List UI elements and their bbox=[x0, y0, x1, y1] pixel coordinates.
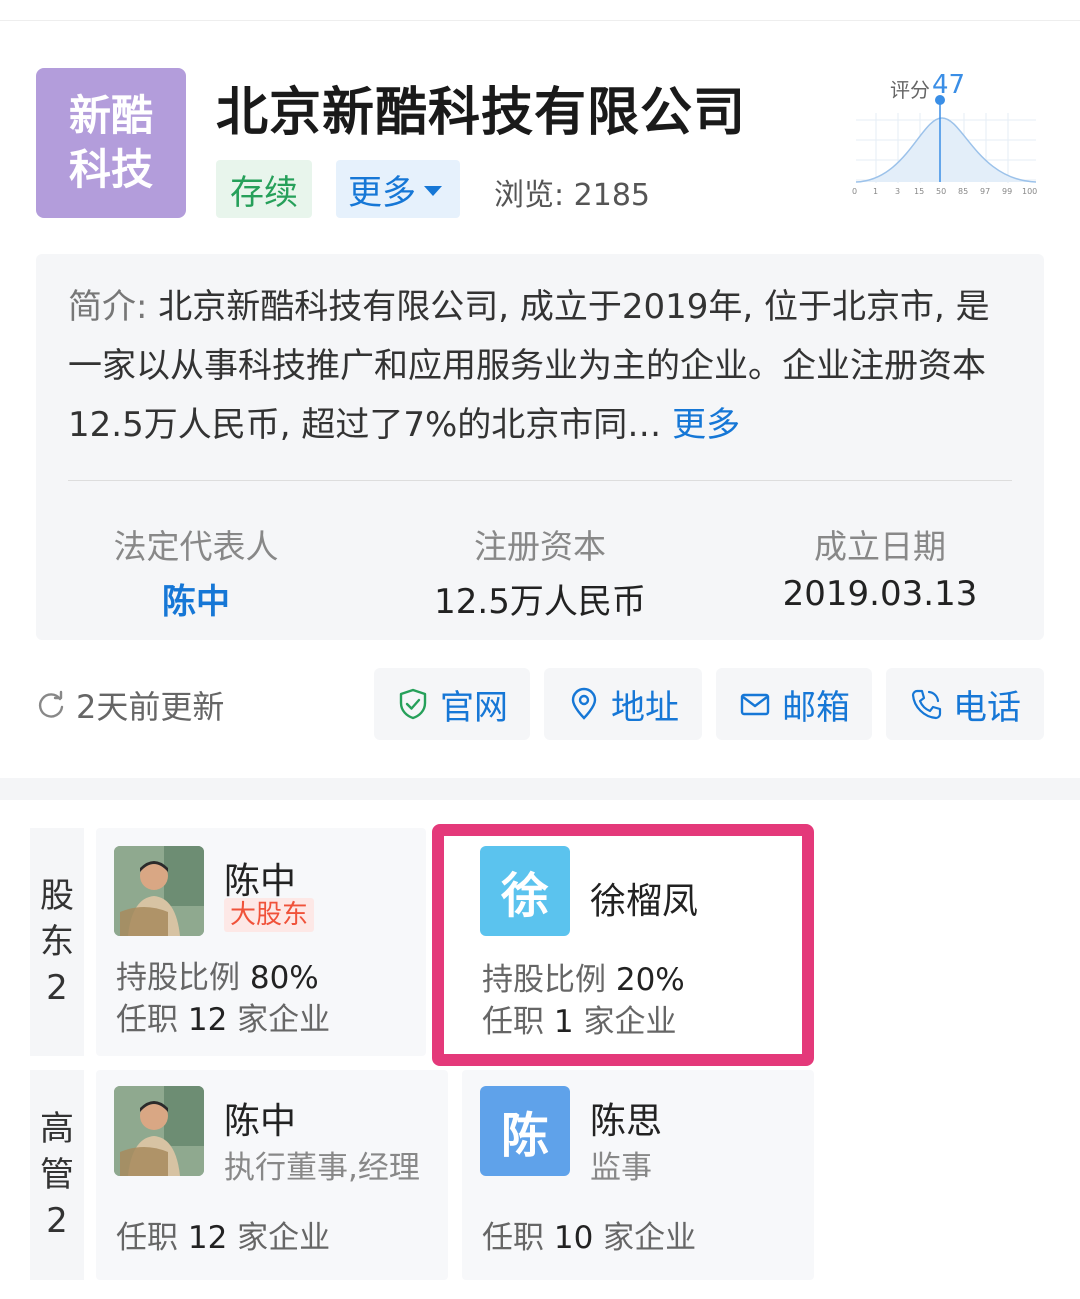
score-axis-tick: 1 bbox=[873, 187, 878, 196]
status-badge: 存续 bbox=[216, 160, 312, 218]
avatar bbox=[114, 846, 204, 936]
refresh-icon bbox=[38, 690, 64, 718]
section-separator bbox=[0, 778, 1080, 800]
score-label: 评分 bbox=[890, 78, 930, 102]
job-count: 任职 12 家企业 bbox=[116, 994, 330, 1039]
location-pin-icon bbox=[571, 687, 597, 720]
email-button[interactable]: 邮箱 bbox=[716, 668, 872, 740]
executive-card[interactable]: 陈中 执行董事,经理 任职 12 家企业 bbox=[96, 1070, 448, 1280]
avatar: 徐 bbox=[480, 846, 570, 936]
score-axis-tick: 0 bbox=[852, 187, 857, 196]
score-axis-tick: 99 bbox=[1002, 187, 1012, 196]
share-ratio: 持股比例 20% bbox=[482, 954, 685, 999]
job-count-value: 10 bbox=[553, 1220, 594, 1256]
company-logo: 新酷 科技 bbox=[36, 68, 186, 218]
update-status[interactable]: 2天前更新 bbox=[36, 682, 224, 728]
executive-card[interactable]: 陈 陈思 监事 任职 10 家企业 bbox=[462, 1070, 814, 1280]
share-ratio-value: 80% bbox=[249, 960, 319, 996]
top-divider bbox=[0, 20, 1080, 21]
job-count: 任职 12 家企业 bbox=[116, 1212, 330, 1257]
share-ratio-value: 20% bbox=[615, 962, 685, 998]
legal-rep-label: 法定代表人 bbox=[113, 527, 279, 566]
capital-value: 12.5万人民币 bbox=[434, 582, 646, 622]
shareholder-name[interactable]: 徐榴凤 bbox=[590, 872, 698, 924]
intro-body: 北京新酷科技有限公司, 成立于2019年, 位于北京市, 是一家以从事科技推广和… bbox=[68, 287, 990, 445]
job-count-value: 12 bbox=[187, 1002, 228, 1038]
job-count-prefix: 任职 bbox=[482, 1004, 544, 1040]
executives-label-char: 2 bbox=[46, 1201, 68, 1241]
shareholders-label: 股 东 2 bbox=[30, 828, 84, 1056]
intro-card: 简介: 北京新酷科技有限公司, 成立于2019年, 位于北京市, 是一家以从事科… bbox=[36, 254, 1044, 640]
job-count-prefix: 任职 bbox=[116, 1002, 178, 1038]
share-ratio: 持股比例 80% bbox=[116, 952, 319, 997]
job-count-suffix: 家企业 bbox=[237, 1220, 331, 1256]
job-count-value: 1 bbox=[553, 1004, 574, 1040]
job-count-suffix: 家企业 bbox=[603, 1220, 697, 1256]
caret-down-icon bbox=[424, 186, 442, 196]
legal-rep-link[interactable]: 陈中 bbox=[46, 574, 346, 623]
executive-role: 监事 bbox=[590, 1150, 652, 1186]
website-label: 官网 bbox=[440, 687, 508, 728]
logo-line-2: 科技 bbox=[68, 145, 153, 194]
executives-label-char: 管 bbox=[40, 1155, 74, 1195]
intro-label: 简介: bbox=[68, 287, 148, 327]
highlighted-shareholder-card[interactable]: 徐 徐榴凤 持股比例 20% 任职 1 家企业 bbox=[432, 824, 814, 1066]
executives-label: 高 管 2 bbox=[30, 1070, 84, 1280]
founded-info: 成立日期 2019.03.13 bbox=[730, 520, 1030, 614]
job-count-prefix: 任职 bbox=[482, 1220, 544, 1256]
job-count-prefix: 任职 bbox=[116, 1220, 178, 1256]
major-shareholder-badge: 大股东 bbox=[224, 898, 315, 932]
executives-label-char: 高 bbox=[40, 1109, 74, 1149]
job-count-suffix: 家企业 bbox=[583, 1004, 677, 1040]
shareholders-label-char: 2 bbox=[46, 968, 68, 1008]
shareholders-label-char: 股 bbox=[40, 876, 74, 916]
share-ratio-label: 持股比例 bbox=[482, 962, 606, 998]
score-widget[interactable]: 0 1 3 15 50 85 97 99 100 评分 47 bbox=[846, 68, 1046, 208]
score-axis-tick: 15 bbox=[914, 187, 924, 196]
shareholder-name[interactable]: 陈中 bbox=[224, 852, 296, 904]
phone-icon bbox=[911, 689, 942, 720]
more-tags-button[interactable]: 更多 bbox=[336, 160, 460, 218]
founded-value: 2019.03.13 bbox=[782, 574, 978, 614]
legal-rep-info: 法定代表人 陈中 bbox=[46, 520, 346, 623]
intro-text-block: 简介: 北京新酷科技有限公司, 成立于2019年, 位于北京市, 是一家以从事科… bbox=[68, 278, 1018, 455]
more-tags-label: 更多 bbox=[348, 172, 416, 213]
job-count: 任职 1 家企业 bbox=[482, 996, 676, 1041]
logo-line-1: 新酷 bbox=[68, 91, 153, 140]
score-axis-tick: 50 bbox=[936, 187, 946, 196]
avatar bbox=[114, 1086, 204, 1176]
update-label: 2天前更新 bbox=[76, 688, 225, 726]
view-count: 浏览: 2185 bbox=[494, 178, 650, 213]
founded-label: 成立日期 bbox=[814, 527, 946, 566]
intro-more-link[interactable]: 更多 bbox=[672, 405, 740, 445]
score-axis-tick: 85 bbox=[958, 187, 968, 196]
phone-button[interactable]: 电话 bbox=[886, 668, 1044, 740]
job-count-value: 12 bbox=[187, 1220, 228, 1256]
company-name: 北京新酷科技有限公司 bbox=[216, 83, 747, 143]
capital-label: 注册资本 bbox=[474, 527, 606, 566]
job-count-suffix: 家企业 bbox=[237, 1002, 331, 1038]
phone-label: 电话 bbox=[953, 687, 1021, 728]
score-value: 47 bbox=[932, 70, 966, 100]
avatar: 陈 bbox=[480, 1086, 570, 1176]
email-label: 邮箱 bbox=[782, 687, 850, 728]
intro-divider bbox=[68, 480, 1012, 481]
website-button[interactable]: 官网 bbox=[374, 668, 530, 740]
capital-info: 注册资本 12.5万人民币 bbox=[390, 520, 690, 623]
share-ratio-label: 持股比例 bbox=[116, 960, 240, 996]
score-axis-tick: 3 bbox=[895, 187, 900, 196]
shield-check-icon bbox=[399, 688, 427, 720]
shareholder-card[interactable]: 陈中 大股东 持股比例 80% 任职 12 家企业 bbox=[96, 828, 426, 1056]
job-count: 任职 10 家企业 bbox=[482, 1212, 696, 1257]
executive-name[interactable]: 陈中 bbox=[224, 1092, 296, 1144]
address-button[interactable]: 地址 bbox=[544, 668, 702, 740]
mail-icon bbox=[740, 693, 770, 716]
executive-name[interactable]: 陈思 bbox=[590, 1092, 662, 1144]
score-axis-tick: 97 bbox=[980, 187, 990, 196]
address-label: 地址 bbox=[611, 687, 679, 728]
shareholders-label-char: 东 bbox=[40, 922, 74, 962]
score-axis-tick: 100 bbox=[1022, 187, 1037, 196]
executive-role: 执行董事,经理 bbox=[224, 1150, 420, 1186]
